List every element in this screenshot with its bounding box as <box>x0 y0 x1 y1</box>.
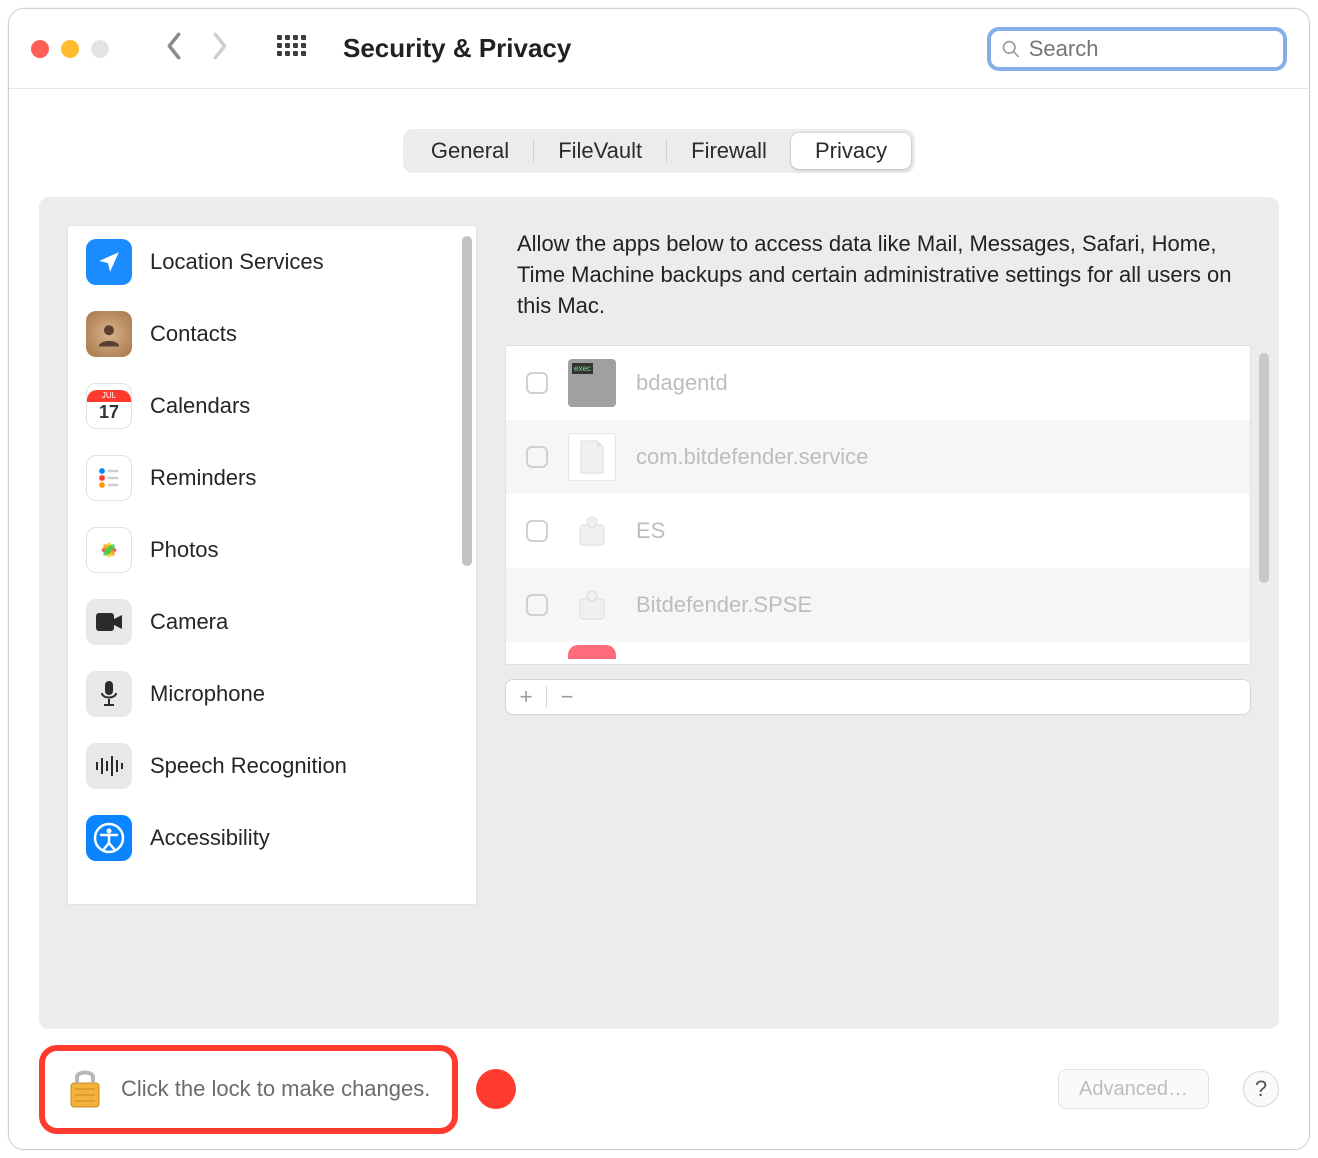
microphone-icon <box>86 671 132 717</box>
tab-filevault[interactable]: FileVault <box>534 133 666 169</box>
search-icon <box>1001 38 1021 60</box>
annotation-marker <box>476 1069 516 1109</box>
app-checkbox[interactable] <box>526 520 548 542</box>
sidebar-item-speech-recognition[interactable]: Speech Recognition <box>68 730 476 802</box>
nav-arrows <box>163 32 231 65</box>
extension-icon <box>568 507 616 555</box>
app-icon-partial <box>568 645 616 659</box>
app-row[interactable]: ES <box>506 494 1250 568</box>
add-button[interactable]: + <box>506 680 546 714</box>
remove-button[interactable]: − <box>547 680 587 714</box>
sidebar-item-location-services[interactable]: Location Services <box>68 226 476 298</box>
contacts-icon <box>86 311 132 357</box>
app-row[interactable]: Bitdefender.SPSE <box>506 568 1250 642</box>
sidebar-item-camera[interactable]: Camera <box>68 586 476 658</box>
sidebar-item-label: Microphone <box>150 681 265 707</box>
app-checkbox[interactable] <box>526 372 548 394</box>
sidebar-item-calendars[interactable]: JUL 17 Calendars <box>68 370 476 442</box>
app-list-scrollbar[interactable] <box>1259 353 1269 583</box>
app-list: exec bdagentd com.bitdefender.service ES <box>505 345 1251 665</box>
sidebar-item-label: Contacts <box>150 321 237 347</box>
sidebar-item-label: Calendars <box>150 393 250 419</box>
privacy-panel: Location Services Contacts JUL 17 Cal <box>39 197 1279 1029</box>
chevron-right-icon <box>209 32 231 60</box>
accessibility-icon <box>86 815 132 861</box>
advanced-button[interactable]: Advanced… <box>1058 1069 1209 1109</box>
tab-bar: General FileVault Firewall Privacy <box>403 129 915 173</box>
app-name-label: com.bitdefender.service <box>636 444 868 470</box>
app-row[interactable]: exec bdagentd <box>506 346 1250 420</box>
sidebar-item-label: Location Services <box>150 249 324 275</box>
app-checkbox[interactable] <box>526 594 548 616</box>
search-input[interactable] <box>1029 36 1273 62</box>
camera-icon <box>86 599 132 645</box>
sidebar-scrollbar[interactable] <box>462 236 472 566</box>
sidebar-item-label: Speech Recognition <box>150 753 347 779</box>
reminders-icon <box>86 455 132 501</box>
sidebar-item-label: Reminders <box>150 465 256 491</box>
sidebar-item-label: Camera <box>150 609 228 635</box>
tab-general[interactable]: General <box>407 133 533 169</box>
location-arrow-icon <box>86 239 132 285</box>
close-window-button[interactable] <box>31 40 49 58</box>
calendar-icon: JUL 17 <box>86 383 132 429</box>
window-controls <box>31 40 109 58</box>
preferences-window: Security & Privacy General FileVault Fir… <box>8 8 1310 1150</box>
document-icon <box>568 433 616 481</box>
footer: Click the lock to make changes. Advanced… <box>9 1029 1309 1149</box>
back-button[interactable] <box>163 32 185 65</box>
lock-text: Click the lock to make changes. <box>121 1076 430 1102</box>
description-text: Allow the apps below to access data like… <box>505 225 1251 345</box>
search-field-wrap[interactable] <box>987 27 1287 71</box>
help-button[interactable]: ? <box>1243 1071 1279 1107</box>
privacy-category-list: Location Services Contacts JUL 17 Cal <box>67 225 477 905</box>
page-title: Security & Privacy <box>343 33 969 64</box>
chevron-left-icon <box>163 32 185 60</box>
titlebar: Security & Privacy <box>9 9 1309 89</box>
lock-icon[interactable] <box>67 1065 103 1114</box>
content-area: General FileVault Firewall Privacy Locat… <box>9 89 1309 1149</box>
forward-button <box>209 32 231 65</box>
app-checkbox[interactable] <box>526 446 548 468</box>
minimize-window-button[interactable] <box>61 40 79 58</box>
waveform-icon <box>86 743 132 789</box>
app-row[interactable]: com.bitdefender.service <box>506 420 1250 494</box>
tab-privacy[interactable]: Privacy <box>791 133 911 169</box>
maximize-window-button <box>91 40 109 58</box>
app-name-label: bdagentd <box>636 370 728 396</box>
lock-area-highlight: Click the lock to make changes. <box>39 1045 458 1134</box>
sidebar-item-reminders[interactable]: Reminders <box>68 442 476 514</box>
sidebar-item-label: Photos <box>150 537 219 563</box>
sidebar-item-microphone[interactable]: Microphone <box>68 658 476 730</box>
sidebar-item-contacts[interactable]: Contacts <box>68 298 476 370</box>
app-row[interactable] <box>506 642 1250 662</box>
show-all-preferences-button[interactable] <box>277 35 305 63</box>
add-remove-control: + − <box>505 679 1251 715</box>
exec-icon: exec <box>568 359 616 407</box>
app-name-label: ES <box>636 518 665 544</box>
sidebar-item-photos[interactable]: Photos <box>68 514 476 586</box>
tab-firewall[interactable]: Firewall <box>667 133 791 169</box>
extension-icon <box>568 581 616 629</box>
app-name-label: Bitdefender.SPSE <box>636 592 812 618</box>
sidebar-item-accessibility[interactable]: Accessibility <box>68 802 476 874</box>
sidebar-item-label: Accessibility <box>150 825 270 851</box>
photos-icon <box>86 527 132 573</box>
full-disk-access-pane: Allow the apps below to access data like… <box>505 225 1251 905</box>
